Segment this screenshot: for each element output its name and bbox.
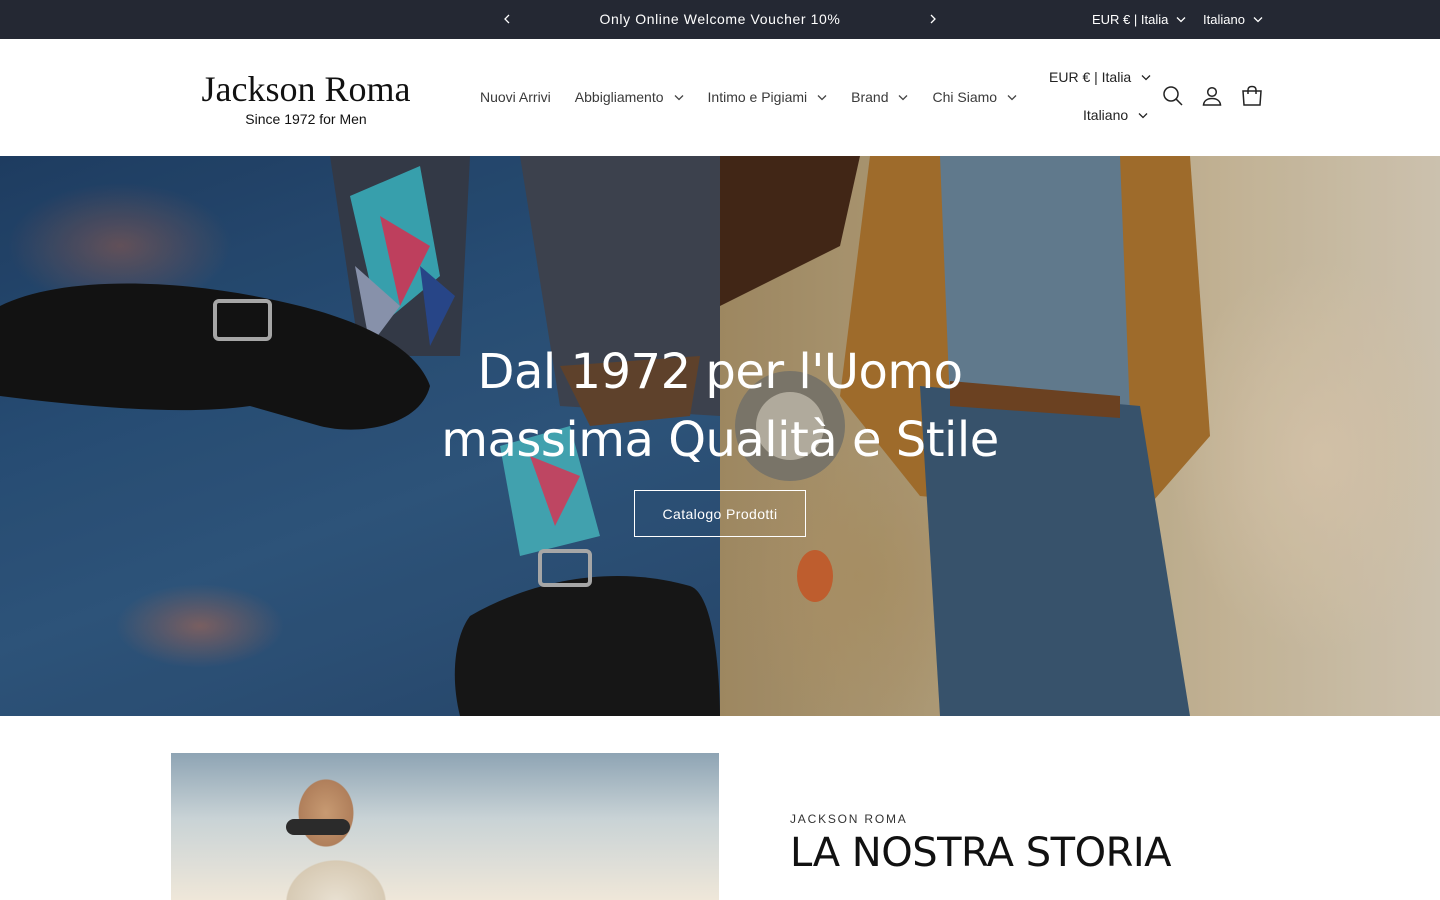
topbar-currency-selector[interactable]: EUR € | Italia: [1092, 0, 1186, 39]
chevron-down-icon: [817, 94, 827, 100]
chevron-down-icon: [1141, 74, 1151, 80]
search-button[interactable]: [1161, 84, 1185, 108]
logo-tagline: Since 1972 for Men: [245, 111, 367, 127]
catalog-button[interactable]: Catalogo Prodotti: [634, 490, 806, 537]
nav-item-abbigliamento[interactable]: Abbigliamento: [575, 89, 684, 105]
topbar-language-label: Italiano: [1203, 11, 1245, 27]
nav-item-intimo-e-pigiami[interactable]: Intimo e Pigiami: [708, 89, 828, 105]
chevron-down-icon: [1253, 17, 1263, 23]
main-navigation: Nuovi Arrivi Abbigliamento Intimo e Pigi…: [480, 85, 1041, 109]
site-header: Jackson Roma Since 1972 for Men Nuovi Ar…: [0, 39, 1440, 156]
hero-heading-line-1: Dal 1972 per l'Uomo: [477, 344, 963, 400]
nav-item-label: Chi Siamo: [932, 89, 998, 105]
search-icon: [1163, 86, 1183, 106]
story-person-illustration: [266, 753, 396, 900]
chevron-down-icon: [674, 94, 683, 100]
previous-announcement-button[interactable]: [498, 10, 516, 28]
site-logo[interactable]: Jackson Roma Since 1972 for Men: [186, 69, 426, 128]
chevron-right-icon: [930, 14, 936, 24]
story-kicker: JACKSON ROMA: [790, 812, 908, 826]
hero-banner: Dal 1972 per l'Uomo massima Qualità e St…: [0, 156, 1440, 716]
header-language-label: Italiano: [1083, 107, 1129, 123]
header-currency-label: EUR € | Italia: [1049, 69, 1132, 85]
nav-item-label: Abbigliamento: [574, 89, 664, 105]
cart-button[interactable]: [1240, 84, 1264, 108]
nav-item-label: Intimo e Pigiami: [707, 89, 808, 105]
chevron-down-icon: [899, 94, 908, 100]
hero-heading-line-2: massima Qualità e Stile: [441, 412, 999, 468]
logo-title: Jackson Roma: [201, 69, 411, 109]
header-currency-selector[interactable]: EUR € | Italia: [1049, 69, 1151, 85]
header-language-selector[interactable]: Italiano: [1083, 107, 1148, 123]
account-icon: [1202, 86, 1222, 106]
account-button[interactable]: [1200, 84, 1224, 108]
chevron-down-icon: [1176, 17, 1186, 23]
story-image: [171, 753, 719, 900]
cart-icon: [1242, 85, 1262, 106]
topbar-language-selector[interactable]: Italiano: [1203, 0, 1263, 39]
chevron-left-icon: [504, 14, 510, 24]
nav-item-nuovi-arrivi[interactable]: Nuovi Arrivi: [480, 89, 551, 105]
chevron-down-icon: [1138, 112, 1148, 118]
nav-item-chi-siamo[interactable]: Chi Siamo: [932, 89, 1017, 105]
announcement-text: Only Online Welcome Voucher 10%: [599, 11, 841, 27]
next-announcement-button[interactable]: [924, 10, 942, 28]
chevron-down-icon: [1007, 94, 1017, 100]
nav-item-label: Brand: [851, 89, 889, 105]
nav-item-brand[interactable]: Brand: [851, 89, 908, 105]
story-title: LA NOSTRA STORIA: [790, 830, 1172, 876]
nav-item-label: Nuovi Arrivi: [480, 89, 551, 105]
sunglasses-shape: [286, 819, 350, 835]
announcement-bar: Only Online Welcome Voucher 10% EUR € | …: [0, 0, 1440, 39]
hero-heading: Dal 1972 per l'Uomo massima Qualità e St…: [380, 338, 1060, 474]
topbar-currency-label: EUR € | Italia: [1092, 11, 1169, 27]
